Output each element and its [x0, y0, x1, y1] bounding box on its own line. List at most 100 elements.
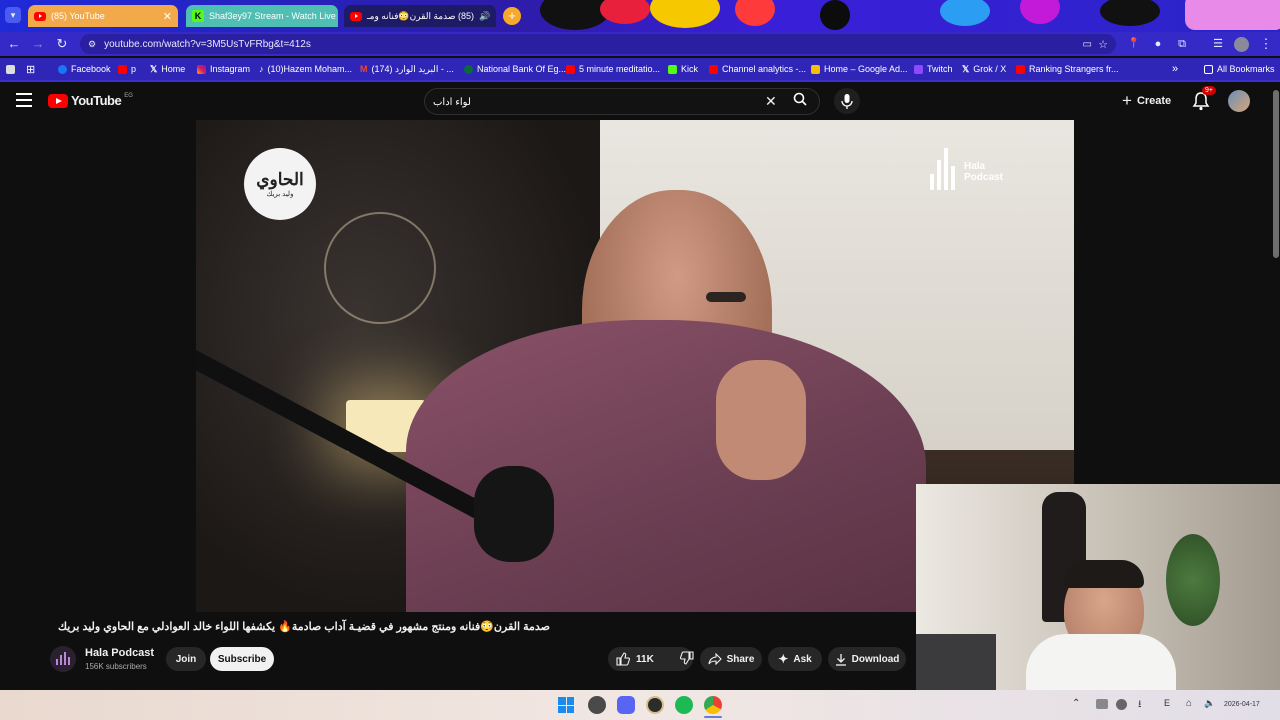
facebook-icon [58, 64, 67, 74]
search-input[interactable] [433, 93, 763, 111]
channel-watermark-left: الحاوي وليد بريك [244, 148, 316, 220]
back-icon[interactable]: ← [6, 36, 22, 52]
start-button-icon[interactable] [558, 697, 574, 713]
download-label: Download [851, 653, 900, 665]
search-icon[interactable] [793, 92, 807, 106]
bookmark-p[interactable]: p [118, 58, 136, 80]
tray-overflow-icon[interactable]: ⌃ [1072, 698, 1080, 709]
bookmark-label: All Bookmarks [1217, 64, 1275, 74]
account-avatar[interactable] [1228, 90, 1250, 112]
youtube-favicon-icon [34, 11, 46, 21]
site-info-icon[interactable]: ⚙ [88, 39, 96, 50]
bookmark-star-icon[interactable]: ☆ [1098, 38, 1108, 51]
speaker-shirt [406, 320, 926, 612]
dislike-button[interactable] [679, 650, 694, 668]
extensions-puzzle-icon[interactable]: ⧉ [1174, 36, 1190, 52]
apps-grid-icon[interactable]: ⊞ [26, 58, 35, 80]
share-button[interactable]: Share [700, 647, 762, 671]
network-icon[interactable]: ⌂ [1186, 698, 1192, 709]
bookmark-folder-icon[interactable] [6, 58, 15, 80]
search-box[interactable]: ✕ [424, 88, 820, 115]
youtube-logo[interactable]: YouTube EG [48, 93, 133, 108]
obs-app-icon[interactable] [588, 696, 606, 714]
speaker-icon[interactable]: 🔊 [479, 11, 490, 22]
channel-name[interactable]: Hala Podcast [85, 647, 154, 659]
bookmark-channel-analytics[interactable]: Channel analytics -... [709, 58, 806, 80]
watermark-hala-text: Hala [964, 161, 986, 172]
webcam-bed [916, 634, 996, 696]
bookmark-ranking-strangers[interactable]: Ranking Strangers fr... [1016, 58, 1119, 80]
spotify-app-icon[interactable] [675, 696, 693, 714]
volume-icon[interactable]: 🔈 [1204, 698, 1215, 709]
more-menu-icon[interactable]: ⋮ [1258, 36, 1274, 52]
reading-list-icon[interactable]: ☰ [1210, 36, 1226, 52]
watermark-logo-text: الحاوي [256, 170, 304, 189]
extension-pin-icon[interactable]: 📍 [1126, 36, 1142, 52]
bookmark-gmail[interactable]: M (174) البريد الوارد - ... [360, 58, 454, 80]
tray-app-icon[interactable] [1116, 699, 1127, 710]
app-icon[interactable] [646, 696, 664, 714]
x-logo-icon: 𝕏 [150, 63, 158, 74]
studio-microphone [474, 466, 554, 562]
reload-icon[interactable]: ↻ [54, 36, 70, 52]
ask-label: Ask [793, 653, 812, 665]
folder-icon [1204, 64, 1213, 74]
bookmark-instagram[interactable]: Instagram [197, 58, 250, 80]
close-icon[interactable]: ✕ [495, 10, 496, 23]
extension-circle-icon[interactable]: ● [1150, 36, 1166, 52]
tab-youtube-video[interactable]: (85) صدمة القرن😳فنانه ومـ 🔊 ✕ [344, 5, 496, 27]
like-button[interactable]: 11K [616, 652, 654, 666]
bookmark-label: Channel analytics -... [722, 64, 807, 74]
tab-search-button[interactable]: ▾ [5, 7, 21, 23]
youtube-favicon-icon [350, 11, 362, 21]
bookmark-twitch[interactable]: Twitch [914, 58, 953, 80]
tab-strip: ▾ (85) YouTube ✕ K Shaf3ey97 Stream - Wa… [0, 0, 1280, 32]
bookmark-tiktok[interactable]: ♪ (10)Hazem Moham... [259, 58, 352, 80]
bookmark-kick[interactable]: Kick [668, 58, 698, 80]
download-button[interactable]: Download [828, 647, 906, 671]
tab-kick-stream[interactable]: K Shaf3ey97 Stream - Watch Live ✕ [186, 5, 338, 27]
tray-download-icon[interactable]: ⭳ [1138, 697, 1142, 714]
input-language[interactable]: E [1164, 698, 1170, 708]
subscribe-label: Subscribe [217, 653, 267, 665]
download-icon [835, 653, 846, 666]
forward-icon[interactable]: → [30, 36, 46, 52]
subscribe-button[interactable]: Subscribe [210, 647, 274, 671]
streamer-shirt [1026, 634, 1176, 696]
chrome-app-icon[interactable] [704, 696, 722, 714]
new-tab-button[interactable]: + [503, 7, 521, 25]
bookmark-meditation[interactable]: 5 minute meditatio... [566, 58, 660, 80]
hamburger-menu-icon[interactable] [16, 93, 32, 107]
tray-app-icon[interactable] [1096, 699, 1108, 709]
watermark-subtext: وليد بريك [266, 191, 294, 198]
bookmark-label: Grok / X [973, 64, 1007, 74]
all-bookmarks[interactable]: All Bookmarks [1204, 58, 1275, 80]
scrollbar-thumb[interactable] [1273, 90, 1279, 258]
taskbar-date[interactable]: 2026-04-17 [1224, 701, 1260, 708]
bookmark-grok[interactable]: 𝕏 Grok / X [962, 58, 1006, 80]
clear-search-icon[interactable]: ✕ [765, 93, 777, 110]
like-dislike-group: 11K [608, 647, 694, 671]
bookmarks-overflow-icon[interactable]: » [1172, 58, 1178, 80]
profile-avatar[interactable] [1234, 37, 1249, 52]
address-bar[interactable]: ⚙ youtube.com/watch?v=3M5UsTvFRbg&t=412s… [80, 34, 1116, 54]
join-button[interactable]: Join [166, 647, 206, 671]
channel-avatar[interactable] [50, 646, 76, 672]
bookmark-x-home[interactable]: 𝕏 Home [150, 58, 185, 80]
instagram-icon [197, 64, 206, 74]
discord-app-icon[interactable] [617, 696, 635, 714]
bookmark-nbe[interactable]: National Bank Of Eg... [464, 58, 566, 80]
create-button[interactable]: + Create [1122, 90, 1171, 112]
notifications-button[interactable]: 9+ [1192, 86, 1216, 111]
tab-youtube-home[interactable]: (85) YouTube ✕ [28, 5, 178, 27]
create-label: Create [1136, 95, 1172, 107]
share-icon [708, 653, 722, 665]
bookmark-facebook[interactable]: Facebook [58, 58, 111, 80]
close-icon[interactable]: ✕ [163, 10, 172, 23]
voice-search-button[interactable] [834, 88, 860, 114]
cast-icon[interactable]: ▭ [1083, 39, 1092, 50]
ask-button[interactable]: ✦ Ask [768, 647, 822, 671]
youtube-play-icon [48, 93, 68, 108]
bookmark-google-ads[interactable]: Home – Google Ad... [811, 58, 908, 80]
bookmark-label: Instagram [210, 64, 251, 74]
